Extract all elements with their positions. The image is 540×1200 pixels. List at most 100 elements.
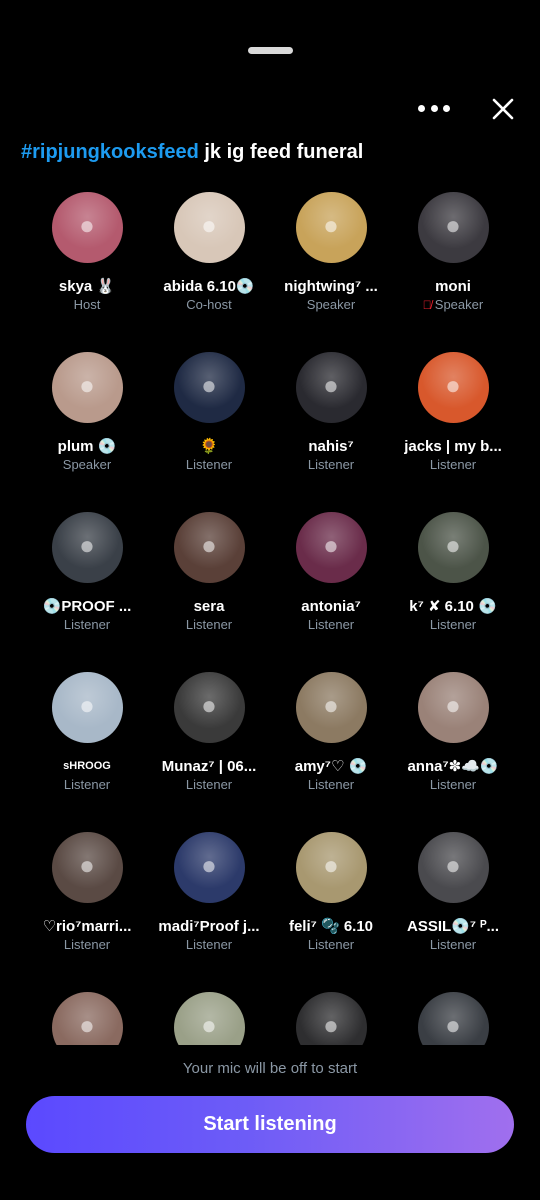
participant-role-label: Listener <box>185 777 233 792</box>
avatar[interactable]: ● <box>51 192 123 263</box>
avatar-person-icon: ● <box>323 210 339 240</box>
participant-role: Listener <box>148 777 270 792</box>
avatar[interactable]: ● <box>295 352 367 423</box>
participant-card[interactable]: ● moni 🎙̸ Speaker <box>392 189 514 339</box>
participant-name: plum 💿 <box>57 438 117 455</box>
drag-handle[interactable] <box>248 47 293 54</box>
participant-role: Listener <box>26 777 148 792</box>
participant-role: Listener <box>148 457 270 472</box>
avatar[interactable]: ● <box>51 672 123 743</box>
avatar[interactable]: ● <box>295 672 367 743</box>
participant-name: antonia⁷ <box>301 598 361 615</box>
avatar-person-icon: ● <box>79 370 95 400</box>
avatar[interactable]: ● <box>417 352 489 423</box>
participant-role: Listener <box>26 617 148 632</box>
participant-card[interactable]: ● amy⁷♡ 💿 Listener <box>270 669 392 819</box>
avatar[interactable]: ● <box>295 992 367 1045</box>
avatar[interactable]: ● <box>173 352 245 423</box>
participant-card[interactable]: ● ASSIL💿⁷ ᴾ... Listener <box>392 829 514 979</box>
participant-card[interactable]: ● jacks | my b... Listener <box>392 349 514 499</box>
start-listening-button[interactable]: Start listening <box>26 1096 514 1153</box>
participant-role: Host <box>26 297 148 312</box>
participant-role: Listener <box>270 777 392 792</box>
participant-role-label: Listener <box>429 937 477 952</box>
avatar[interactable]: ● <box>173 832 245 903</box>
more-options-button[interactable] <box>418 96 450 120</box>
participant-name: nightwing⁷ ... <box>284 278 378 295</box>
participant-name: 💿PROOF ... <box>42 598 132 615</box>
participant-role: Speaker <box>26 457 148 472</box>
participant-role-label: Listener <box>185 937 233 952</box>
participant-card[interactable]: ● skya 🐰 Host <box>26 189 148 339</box>
space-hashtag[interactable]: #ripjungkooksfeed <box>21 141 199 163</box>
participant-role: Listener <box>148 937 270 952</box>
avatar[interactable]: ● <box>295 512 367 583</box>
participant-card[interactable]: ● antonia⁷ Listener <box>270 509 392 659</box>
participant-card[interactable]: ● ♡rio⁷marri... Listener <box>26 829 148 979</box>
avatar[interactable]: ● <box>173 192 245 263</box>
avatar-person-icon: ● <box>323 530 339 560</box>
participant-card[interactable]: ● k⁷ ✘ 6.10 💿 Listener <box>392 509 514 659</box>
participant-card[interactable]: ● sera Listener <box>148 509 270 659</box>
mic-off-note: Your mic will be off to start <box>182 1060 358 1077</box>
participant-name: Munaz⁷ | 06... <box>161 758 257 775</box>
participant-role-label: Co-host <box>186 297 232 312</box>
avatar[interactable]: ● <box>51 992 123 1045</box>
participant-card[interactable]: ● anna⁷✽☁️💿 Listener <box>392 669 514 819</box>
avatar[interactable]: ● <box>295 192 367 263</box>
avatar-person-icon: ● <box>445 690 461 720</box>
participant-role-label: Speaker <box>306 297 356 312</box>
avatar-person-icon: ● <box>445 370 461 400</box>
avatar[interactable]: ● <box>417 192 489 263</box>
participant-card[interactable]: ● madi⁷Proof j... Listener <box>148 829 270 979</box>
avatar-person-icon: ● <box>201 690 217 720</box>
participant-role-label: Listener <box>185 617 233 632</box>
participant-role-label: Listener <box>307 777 355 792</box>
close-icon[interactable] <box>489 95 517 123</box>
participant-role: Listener <box>270 617 392 632</box>
participant-card[interactable]: ● nahis⁷ Listener <box>270 349 392 499</box>
avatar[interactable]: ● <box>51 512 123 583</box>
participant-role-label: Listener <box>429 617 477 632</box>
avatar[interactable]: ● <box>295 832 367 903</box>
avatar-person-icon: ● <box>79 530 95 560</box>
avatar[interactable]: ● <box>51 352 123 423</box>
participant-card[interactable]: ● <box>392 989 514 1045</box>
avatar[interactable]: ● <box>173 512 245 583</box>
participant-card[interactable]: ● plum 💿 Speaker <box>26 349 148 499</box>
avatar[interactable]: ● <box>173 672 245 743</box>
avatar-person-icon: ● <box>323 370 339 400</box>
participant-role: Listener <box>270 937 392 952</box>
participant-card[interactable]: ● feli⁷ 🫧 6.10 Listener <box>270 829 392 979</box>
avatar-person-icon: ● <box>323 1010 339 1040</box>
participant-card[interactable]: ● nightwing⁷ ... Speaker <box>270 189 392 339</box>
participant-name: jacks | my b... <box>404 438 502 455</box>
participant-card[interactable]: ● <box>148 989 270 1045</box>
participants-grid: ● skya 🐰 Host ● abida 6.10💿 Co-host ● nightwing… <box>0 189 540 1045</box>
avatar[interactable]: ● <box>417 672 489 743</box>
avatar-person-icon: ● <box>79 1010 95 1040</box>
avatar-person-icon: ● <box>323 850 339 880</box>
mic-off-icon: 🎙̸ <box>422 298 432 312</box>
avatar[interactable]: ● <box>173 992 245 1045</box>
participant-card[interactable]: ● sHROOG Listener <box>26 669 148 819</box>
participant-role-label: Listener <box>63 777 111 792</box>
avatar[interactable]: ● <box>417 992 489 1045</box>
avatar-person-icon: ● <box>323 690 339 720</box>
avatar-person-icon: ● <box>445 1010 461 1040</box>
participant-card[interactable]: ● abida 6.10💿 Co-host <box>148 189 270 339</box>
avatar[interactable]: ● <box>51 832 123 903</box>
participant-card[interactable]: ● <box>26 989 148 1045</box>
participant-card[interactable]: ● <box>270 989 392 1045</box>
participant-card[interactable]: ● Munaz⁷ | 06... Listener <box>148 669 270 819</box>
avatar[interactable]: ● <box>417 512 489 583</box>
participant-role: Listener <box>392 777 514 792</box>
participant-card[interactable]: ● 🌻 Listener <box>148 349 270 499</box>
participant-role: Listener <box>392 457 514 472</box>
participant-card[interactable]: ● 💿PROOF ... Listener <box>26 509 148 659</box>
space-title-text: jk ig feed funeral <box>204 141 364 163</box>
participant-role-label: Listener <box>429 777 477 792</box>
avatar[interactable]: ● <box>417 832 489 903</box>
participant-role: Listener <box>392 937 514 952</box>
participant-role: Listener <box>270 457 392 472</box>
